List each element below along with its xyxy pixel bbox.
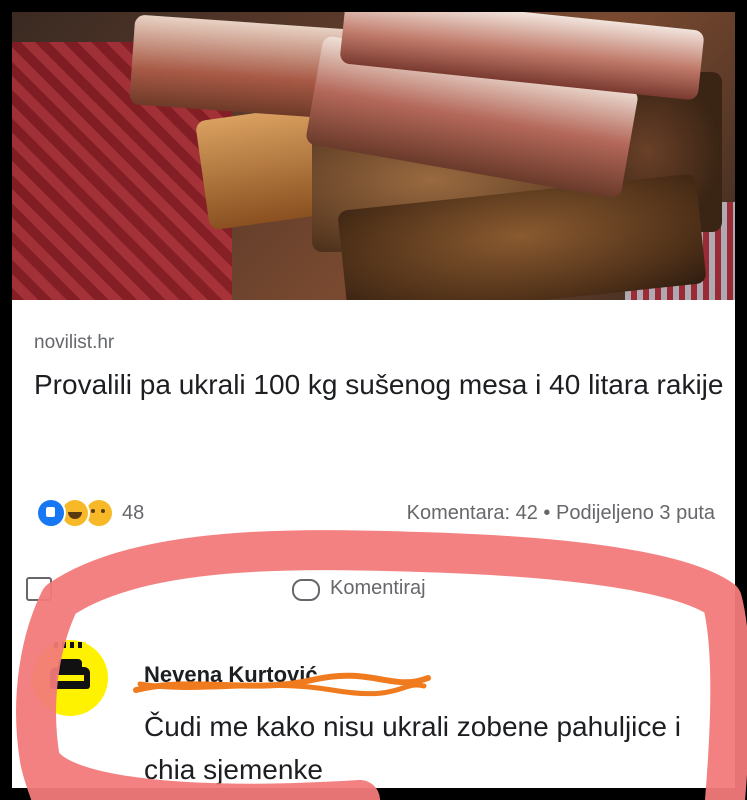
screenshot-frame: novilist.hr Provalili pa ukrali 100 kg s…	[12, 12, 735, 788]
scribble-redaction	[133, 672, 431, 697]
avatar[interactable]	[32, 640, 108, 716]
like-icon[interactable]	[26, 577, 52, 601]
article-headline[interactable]: Provalili pa ukrali 100 kg sušenog mesa …	[34, 364, 724, 406]
article-image[interactable]	[12, 12, 735, 300]
taxi-sign-icon	[54, 642, 86, 648]
comment-text: Čudi me kako nisu ukrali zobene pahuljic…	[144, 711, 681, 785]
action-bar: Komentiraj	[12, 567, 735, 607]
comments-shares-count[interactable]: Komentara: 42 • Podijeljeno 3 puta	[407, 502, 715, 525]
reaction-count: 48	[122, 501, 145, 524]
reactions-summary[interactable]: 48	[36, 498, 144, 528]
taxi-icon	[50, 659, 90, 689]
comment-button[interactable]: Komentiraj	[330, 577, 426, 600]
article-source[interactable]: novilist.hr	[34, 332, 114, 354]
comment-icon[interactable]	[292, 579, 320, 601]
like-reaction-icon	[36, 498, 66, 528]
